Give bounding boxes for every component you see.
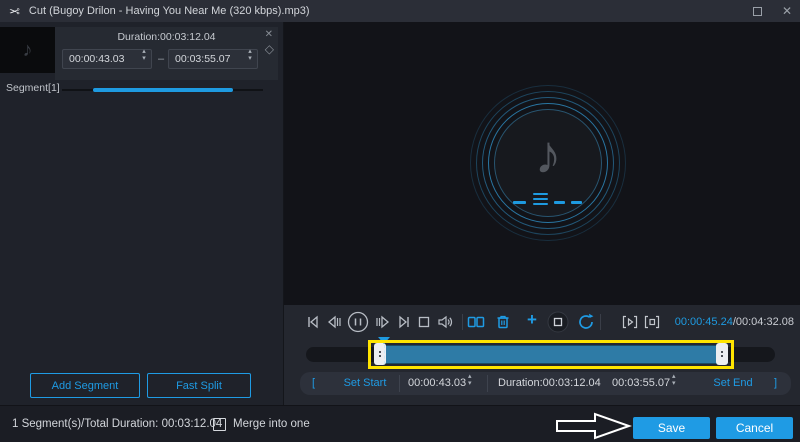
equalizer-bar [533,198,548,200]
trim-start-value[interactable]: 00:00:43.03 [408,372,466,395]
bracket-left-icon: [ [312,372,315,395]
equalizer-bar [533,193,548,195]
save-button[interactable]: Save [633,417,710,439]
segment-range-fill [93,88,233,92]
annotation-highlight-box [368,340,734,369]
segment-start-value: 00:00:43.03 [63,53,137,65]
music-note-icon: ♪ [23,39,33,62]
close-button[interactable]: ✕ [778,3,796,19]
trim-value-bar: [ Set Start 00:00:43.03 ▴ ▾ Duration:00:… [300,372,791,395]
segment-reorder-icon[interactable]: ◇ [265,42,274,56]
trim-duration-label: Duration:00:03:12.04 [498,372,598,395]
range-dash: – [154,49,168,69]
start-spinner[interactable]: ▴ ▾ [137,52,151,66]
merge-checkbox[interactable] [213,418,226,431]
skip-to-end-button[interactable] [395,313,413,331]
equalizer-bar [571,201,582,204]
current-time: 00:00:45.24 [675,316,733,328]
segment-end-input[interactable]: 00:03:55.07 ▴ ▾ [168,49,258,69]
segment-item-label[interactable]: Segment[1] [6,82,60,94]
trim-start-spinner[interactable]: ▴ ▾ [468,372,472,395]
segment-thumbnail[interactable]: ♪ [0,27,55,73]
playback-time: 00:00:45.24/00:04:32.08 [675,316,794,328]
maximize-icon [753,7,762,16]
window-title: Cut (Bugoy Drilon - Having You Near Me (… [29,5,310,17]
fast-split-label: Fast Split [176,380,222,392]
skip-to-start-button[interactable] [304,313,322,331]
spin-down-icon[interactable]: ▾ [672,384,676,391]
close-icon: ✕ [782,4,792,18]
row-divider [399,375,400,392]
music-note-icon: ♪ [498,115,598,195]
segment-duration-label: Duration:00:03:12.04 [55,31,278,43]
add-segment-button[interactable]: Add Segment [30,373,140,398]
add-segment-icon-button[interactable]: + [523,311,541,329]
segment-editor-card: Duration:00:03:12.04 ✕ ◇ 00:00:43.03 ▴ ▾… [55,27,278,80]
delete-segment-button[interactable] [494,313,512,331]
apply-to-all-button[interactable] [547,311,569,333]
annotation-arrow [556,412,632,440]
frame-back-button[interactable] [325,313,343,331]
segment-start-input[interactable]: 00:00:43.03 ▴ ▾ [62,49,152,69]
frame-forward-button[interactable] [374,313,392,331]
scissors-icon: ✂ [9,5,20,18]
segment-delete-icon[interactable]: ✕ [265,29,273,41]
split-segment-button[interactable] [467,313,485,331]
cancel-button[interactable]: Cancel [716,417,793,439]
pause-button[interactable] [347,311,369,333]
title-bar: ✂ Cut (Bugoy Drilon - Having You Near Me… [0,0,800,22]
maximize-button[interactable] [748,3,766,19]
toolbar-divider [462,314,463,330]
add-segment-label: Add Segment [52,380,119,392]
stop-button[interactable] [415,313,433,331]
cut-dialog-window: ✂ Cut (Bugoy Drilon - Having You Near Me… [0,0,800,442]
equalizer-bar [533,203,548,205]
equalizer-bar [554,201,565,204]
footer-bar: 1 Segment(s)/Total Duration: 00:03:12.04… [0,405,800,442]
trim-end-value[interactable]: 00:03:55.07 [612,372,670,395]
plus-icon: + [527,310,537,330]
set-start-button[interactable]: Set Start [336,372,394,395]
spin-down-icon[interactable]: ▾ [248,59,252,66]
merge-label[interactable]: Merge into one [233,406,310,442]
row-divider [487,375,488,392]
segments-summary: 1 Segment(s)/Total Duration: 00:03:12.04 [12,406,222,442]
total-time: /00:04:32.08 [733,316,794,328]
playback-control-deck: + 00:00:45.24/00:04:32.08 [ Set Start [284,305,800,405]
toolbar-divider [600,314,601,330]
spin-down-icon[interactable]: ▾ [142,59,146,66]
reset-button[interactable] [575,311,597,333]
volume-button[interactable] [436,313,454,331]
stop-segment-button[interactable] [643,313,661,331]
bracket-right-icon: ] [774,372,777,395]
save-label: Save [658,421,685,435]
play-segment-button[interactable] [621,313,639,331]
spin-down-icon[interactable]: ▾ [468,384,472,391]
set-end-button[interactable]: Set End [710,372,756,395]
audio-preview-area: ♪ [284,22,800,305]
cancel-label: Cancel [736,421,773,435]
segment-end-value: 00:03:55.07 [169,53,243,65]
segment-list-panel: ♪ Duration:00:03:12.04 ✕ ◇ 00:00:43.03 ▴… [0,22,284,405]
equalizer-bar [513,201,526,204]
end-spinner[interactable]: ▴ ▾ [243,52,257,66]
trim-end-spinner[interactable]: ▴ ▾ [672,372,676,395]
fast-split-button[interactable]: Fast Split [147,373,251,398]
